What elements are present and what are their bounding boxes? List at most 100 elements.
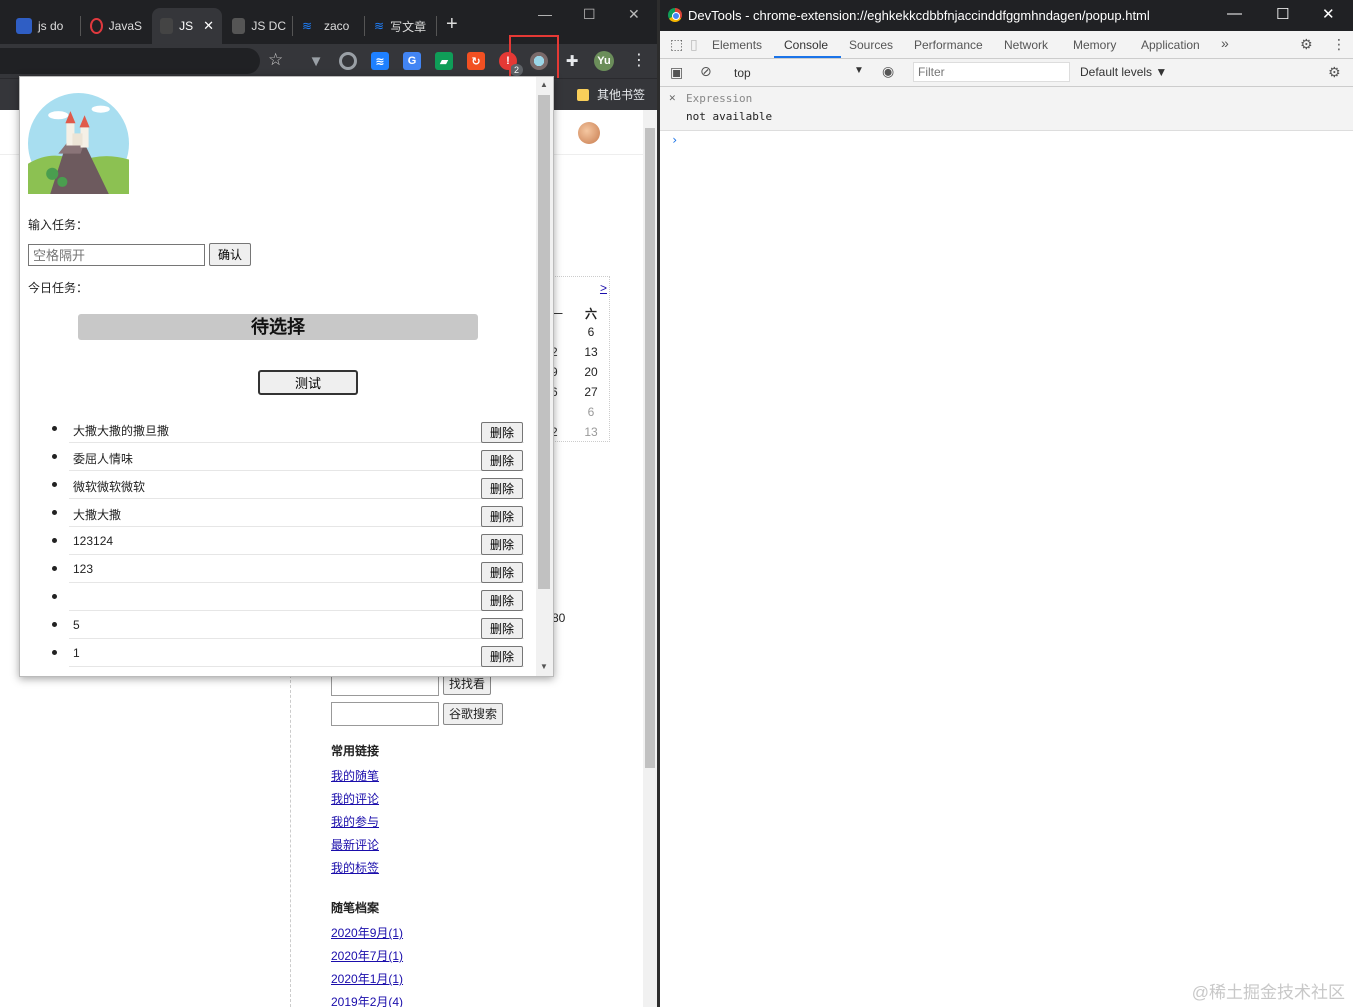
tab-performance[interactable]: Performance	[914, 38, 983, 52]
tab-js-dc[interactable]: JS DC	[224, 8, 294, 44]
google-search-input[interactable]	[331, 702, 439, 726]
vue-devtools-icon[interactable]: ▼	[307, 52, 325, 70]
clear-console-icon[interactable]: ⊘	[700, 63, 712, 80]
green-extension-icon[interactable]: ▰	[435, 52, 453, 70]
link-my-comments[interactable]: 我的评论	[331, 790, 379, 807]
orange-extension-icon[interactable]: ↻	[467, 52, 485, 70]
chevron-down-icon[interactable]: ▼	[854, 65, 864, 76]
address-bar[interactable]	[0, 48, 260, 74]
delete-button[interactable]: 删除	[481, 478, 523, 499]
link-my-posts[interactable]: 我的随笔	[331, 767, 379, 784]
google-search-button[interactable]: 谷歌搜索	[443, 703, 504, 725]
tab-write-article[interactable]: ≋ 写文章	[366, 8, 434, 44]
task-text: 1	[73, 646, 80, 660]
tab-console[interactable]: Console	[784, 38, 828, 52]
console-settings-icon[interactable]: ⚙	[1328, 64, 1341, 81]
calendar-next-link[interactable]: >	[600, 281, 607, 295]
filter-input[interactable]	[913, 62, 1070, 82]
link-my-participation[interactable]: 我的参与	[331, 813, 379, 830]
tab-label: zaco	[324, 19, 350, 33]
delete-button[interactable]: 删除	[481, 618, 523, 639]
star-bookmark-icon[interactable]: ☆	[268, 50, 283, 70]
close-window-icon[interactable]: ✕	[628, 6, 640, 23]
minimize-icon[interactable]: —	[1227, 5, 1242, 22]
console-prompt[interactable]: ›	[671, 133, 678, 147]
tab-sources[interactable]: Sources	[849, 38, 893, 52]
popup-scrollbar[interactable]: ▲ ▼	[536, 77, 553, 676]
dark-site-icon	[160, 18, 174, 34]
delete-button[interactable]: 删除	[481, 590, 523, 611]
tab-label: JS	[179, 19, 194, 33]
delete-button[interactable]: 删除	[481, 450, 523, 471]
more-tabs-icon[interactable]: »	[1221, 35, 1229, 51]
log-levels-dropdown[interactable]: Default levels ▼	[1080, 65, 1167, 79]
profile-avatar[interactable]: Yu	[594, 51, 614, 71]
maximize-icon[interactable]: ☐	[583, 6, 596, 23]
calendar-day: 6	[587, 325, 595, 339]
task-text: 123	[73, 562, 94, 576]
calendar-day: 27	[584, 385, 598, 399]
delete-button[interactable]: 删除	[481, 506, 523, 527]
avatar[interactable]	[578, 122, 600, 144]
tab-application[interactable]: Application	[1141, 38, 1200, 52]
new-tab-button[interactable]: +	[446, 14, 458, 34]
close-window-icon[interactable]: ✕	[1322, 5, 1335, 23]
task-text: 大撒大撒的撒旦撒	[73, 424, 170, 438]
archive-link[interactable]: 2019年2月(4)	[331, 993, 403, 1007]
delete-button[interactable]: 删除	[481, 562, 523, 583]
settings-icon[interactable]: ⚙	[1300, 36, 1313, 53]
input-task-label: 输入任务：	[28, 218, 89, 232]
tab-js-doc[interactable]: js do	[8, 8, 78, 44]
devtools-menu-icon[interactable]: ⋮	[1332, 36, 1346, 53]
minimize-icon[interactable]: —	[538, 6, 552, 22]
delete-button[interactable]: 删除	[481, 646, 523, 667]
castle-logo-icon	[28, 93, 129, 194]
tab-js-active[interactable]: JS ✕	[152, 8, 222, 44]
puzzle-extensions-icon[interactable]: ✚	[563, 52, 581, 70]
juejin-extension-icon[interactable]: ≋	[371, 52, 389, 70]
list-item: 1 删除	[20, 641, 536, 669]
archive-link[interactable]: 2020年9月(1)	[331, 924, 403, 941]
common-links-title: 常用链接	[331, 744, 380, 758]
translate-extension-icon[interactable]: G	[403, 52, 421, 70]
tab-memory[interactable]: Memory	[1073, 38, 1116, 52]
confirm-button[interactable]: 确认	[209, 243, 251, 266]
scroll-thumb[interactable]	[538, 95, 550, 589]
list-item: 123124 删除	[20, 529, 536, 557]
today-task-label: 今日任务：	[28, 281, 89, 295]
expression-label[interactable]: Expression	[686, 92, 752, 105]
maximize-icon[interactable]: ☐	[1276, 5, 1289, 23]
calendar-day: 13	[584, 425, 598, 439]
archive-link[interactable]: 2020年1月(1)	[331, 970, 403, 987]
delete-button[interactable]: 删除	[481, 422, 523, 443]
page-scrollbar[interactable]	[643, 110, 657, 1007]
scroll-up-icon[interactable]: ▲	[540, 80, 549, 89]
inspect-element-icon[interactable]: ⬚	[670, 36, 683, 53]
tab-label: JS DC	[251, 19, 286, 33]
tab-zaco[interactable]: ≋ zaco	[294, 8, 362, 44]
devtools-tabs: ⬚ ▯ Elements Console Sources Performance…	[660, 31, 1353, 59]
tab-elements[interactable]: Elements	[712, 38, 762, 52]
eye-icon[interactable]: ◉	[882, 63, 894, 80]
red-circle-icon	[90, 18, 103, 34]
task-text: 委屈人情味	[73, 452, 134, 466]
browser-menu-icon[interactable]: ⋮	[631, 50, 647, 70]
pending-selection: 待选择	[78, 314, 478, 340]
bookmark-other[interactable]: 其他书签	[576, 86, 645, 103]
scroll-down-icon[interactable]: ▼	[540, 662, 549, 671]
device-toggle-icon[interactable]: ▯	[690, 36, 698, 53]
tab-network[interactable]: Network	[1004, 38, 1048, 52]
close-icon[interactable]: ✕	[669, 91, 676, 104]
delete-button[interactable]: 删除	[481, 534, 523, 555]
link-my-tags[interactable]: 我的标签	[331, 859, 379, 876]
archive-link[interactable]: 2020年7月(1)	[331, 947, 403, 964]
circle-extension-icon[interactable]	[339, 52, 357, 70]
close-tab-icon[interactable]: ✕	[203, 18, 214, 34]
task-input[interactable]	[28, 244, 205, 266]
tab-javascript[interactable]: JavaS	[82, 8, 150, 44]
browser-window: js do JavaS JS ✕ JS DC ≋ zaco ≋ 写文章 + — …	[0, 0, 657, 1007]
test-button[interactable]: 测试	[258, 370, 358, 395]
link-latest-comments[interactable]: 最新评论	[331, 836, 379, 853]
sidebar-toggle-icon[interactable]: ▣	[670, 64, 683, 81]
context-selector[interactable]: top	[734, 66, 751, 80]
